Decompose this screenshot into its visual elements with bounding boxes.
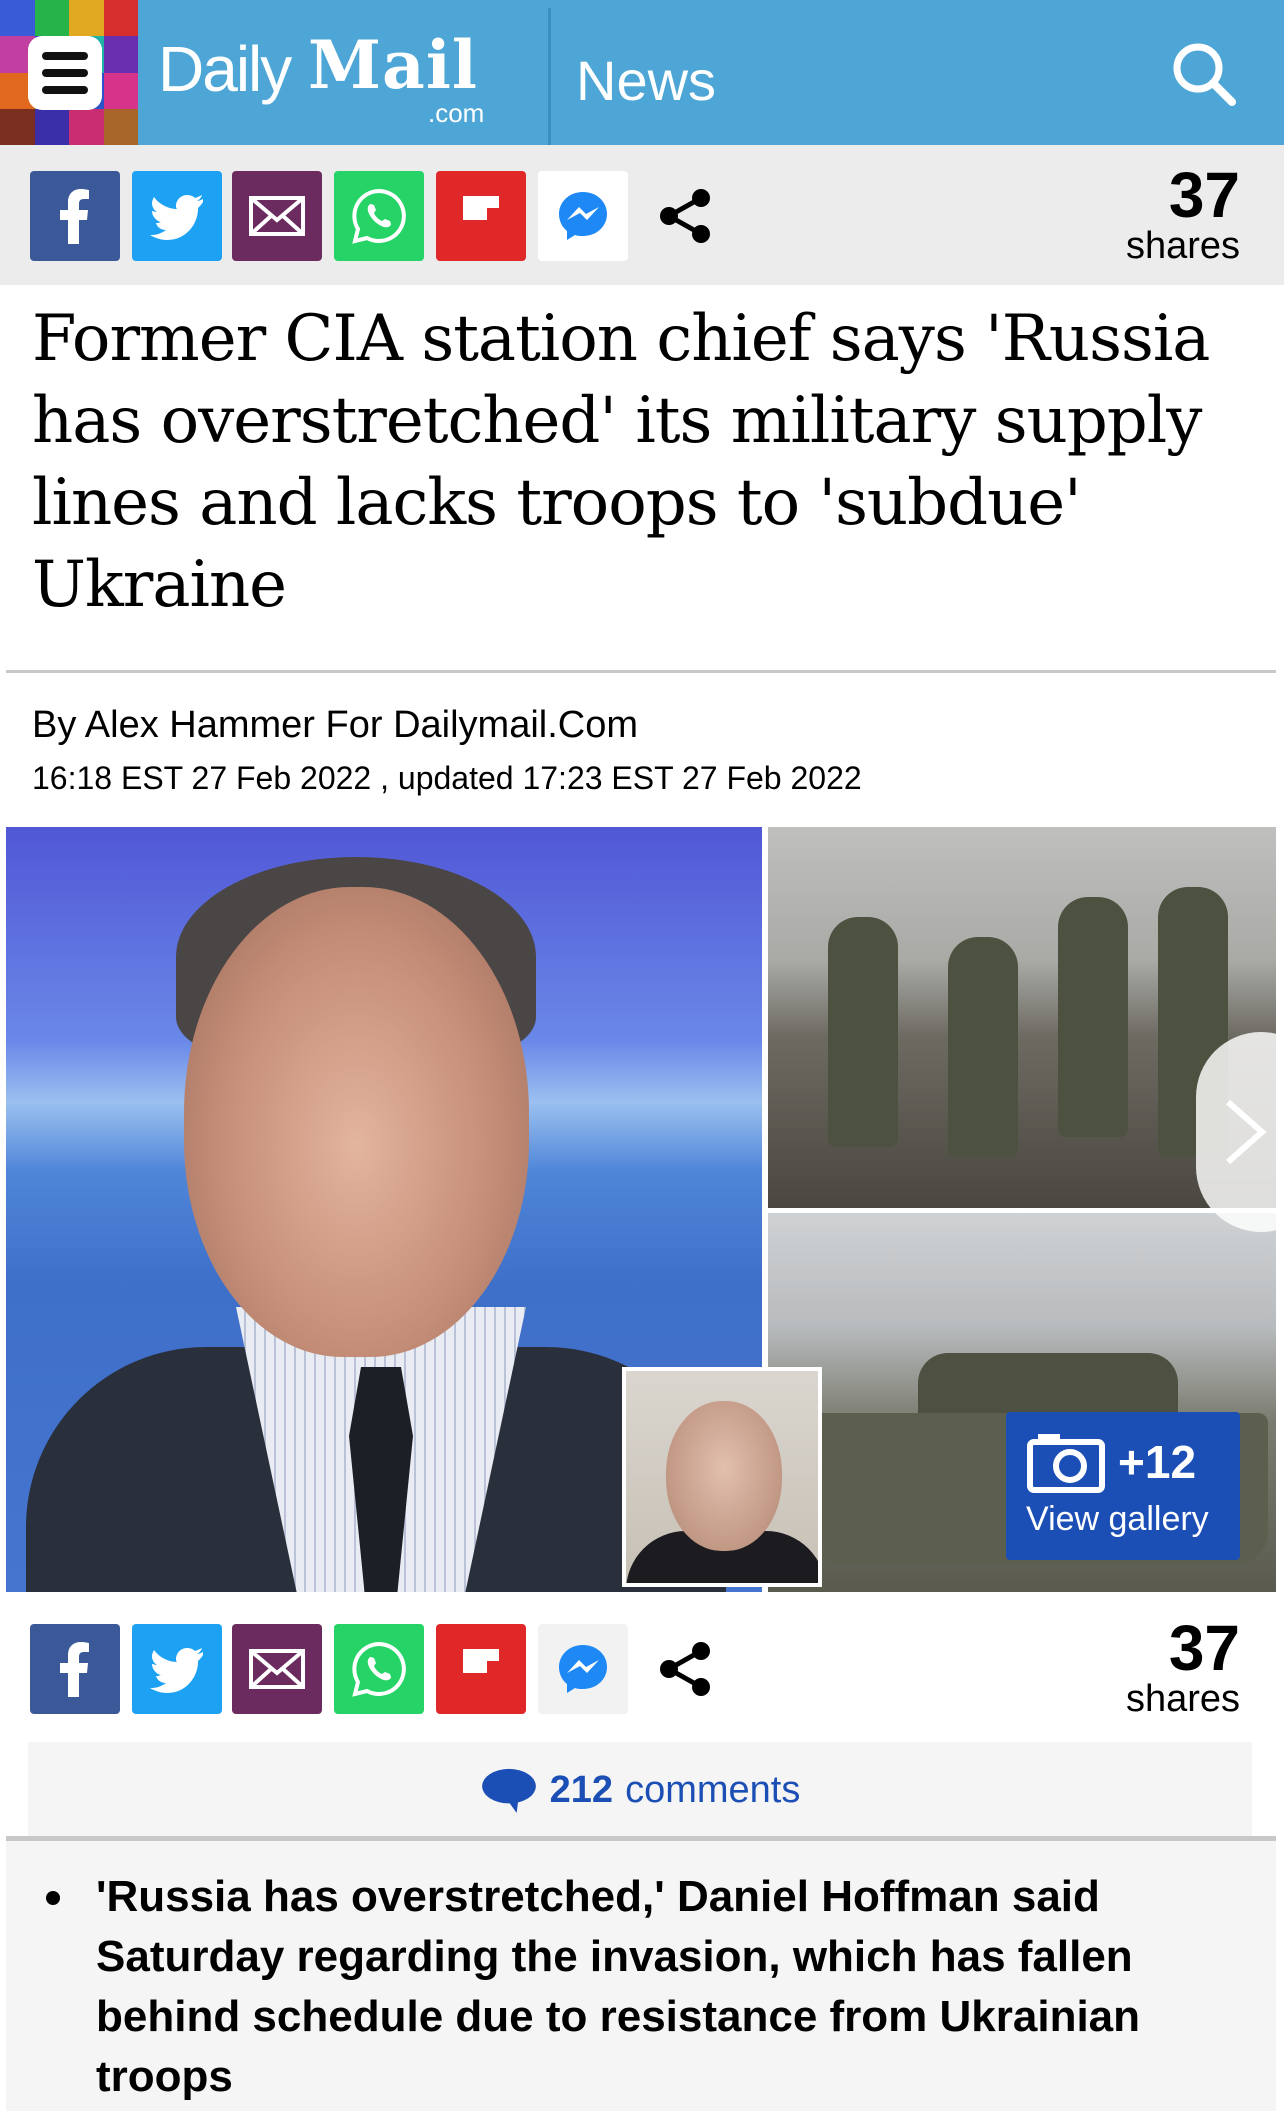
- whatsapp-icon: [352, 188, 406, 244]
- share-count-number: 37: [1168, 1612, 1240, 1684]
- facebook-share-button[interactable]: [30, 1624, 120, 1714]
- menu-icon-bar: [42, 86, 88, 94]
- messenger-icon: [559, 1645, 607, 1693]
- gallery-next-button[interactable]: [1196, 1032, 1276, 1232]
- twitter-share-button[interactable]: [132, 171, 222, 261]
- search-icon[interactable]: [1168, 38, 1238, 108]
- share-more-button[interactable]: [640, 1624, 730, 1714]
- header-divider: [548, 8, 551, 145]
- share-bar-top: 37 shares: [0, 145, 1284, 285]
- camera-icon: [1027, 1434, 1105, 1493]
- messenger-icon: [559, 192, 607, 240]
- whatsapp-share-button[interactable]: [334, 1624, 424, 1714]
- photo-inset-putin: [622, 1367, 822, 1587]
- logo-daily-text: Daily: [158, 33, 292, 105]
- email-share-button[interactable]: [232, 171, 322, 261]
- flipboard-share-button[interactable]: [436, 1624, 526, 1714]
- logo-mail-text: Mail: [308, 26, 478, 104]
- facebook-share-button[interactable]: [30, 171, 120, 261]
- divider-line: [6, 670, 1276, 673]
- summary-list: 'Russia has overstretched,' Daniel Hoffm…: [6, 1841, 1276, 2107]
- share-icon: [660, 1642, 710, 1696]
- facebook-icon: [60, 189, 89, 244]
- article-dateline: 16:18 EST 27 Feb 2022 , updated 17:23 ES…: [32, 760, 862, 796]
- facebook-icon: [60, 1642, 89, 1697]
- flipboard-icon: [463, 196, 499, 220]
- comments-link[interactable]: 212 comments: [28, 1742, 1252, 1838]
- share-count-label: shares: [1125, 1678, 1240, 1720]
- gallery-label: View gallery: [1026, 1500, 1209, 1538]
- messenger-share-button[interactable]: [538, 171, 628, 261]
- menu-icon-bar: [42, 69, 88, 77]
- comment-bubble-icon: [481, 1768, 536, 1813]
- share-count-label: shares: [1125, 225, 1240, 267]
- menu-button[interactable]: [28, 36, 102, 110]
- share-bar-bottom: 37 shares: [0, 1598, 1284, 1738]
- email-share-button[interactable]: [232, 1624, 322, 1714]
- summary-bullet: 'Russia has overstretched,' Daniel Hoffm…: [46, 1867, 1246, 2107]
- share-count: 37 shares: [1126, 1616, 1240, 1718]
- chevron-right-icon: [1226, 1099, 1267, 1165]
- share-count-number: 37: [1168, 159, 1240, 231]
- gallery-count: +12: [1118, 1436, 1197, 1488]
- comments-label: comments: [625, 1768, 801, 1811]
- share-count: 37 shares: [1126, 163, 1240, 265]
- logo-com-text: .com: [428, 98, 485, 128]
- flipboard-share-button[interactable]: [436, 171, 526, 261]
- article-byline[interactable]: By Alex Hammer For Dailymail.Com: [32, 704, 638, 747]
- whatsapp-share-button[interactable]: [334, 171, 424, 261]
- menu-icon-bar: [42, 52, 88, 60]
- twitter-share-button[interactable]: [132, 1624, 222, 1714]
- whatsapp-icon: [352, 1641, 406, 1697]
- article-headline: Former CIA station chief says 'Russia ha…: [32, 302, 1210, 622]
- comments-count: 212: [549, 1768, 614, 1811]
- twitter-icon: [150, 195, 203, 240]
- mail-icon: [249, 196, 305, 236]
- view-gallery-button[interactable]: +12 View gallery: [1006, 1412, 1240, 1560]
- twitter-icon: [150, 1648, 203, 1693]
- site-header: Daily Mail .com News: [0, 0, 1284, 145]
- messenger-share-button[interactable]: [538, 1624, 628, 1714]
- article-summary: 'Russia has overstretched,' Daniel Hoffm…: [6, 1838, 1276, 2111]
- flipboard-icon: [463, 1649, 499, 1673]
- section-label[interactable]: News: [576, 48, 716, 113]
- share-icon: [660, 189, 710, 243]
- mail-icon: [249, 1649, 305, 1689]
- share-more-button[interactable]: [640, 171, 730, 261]
